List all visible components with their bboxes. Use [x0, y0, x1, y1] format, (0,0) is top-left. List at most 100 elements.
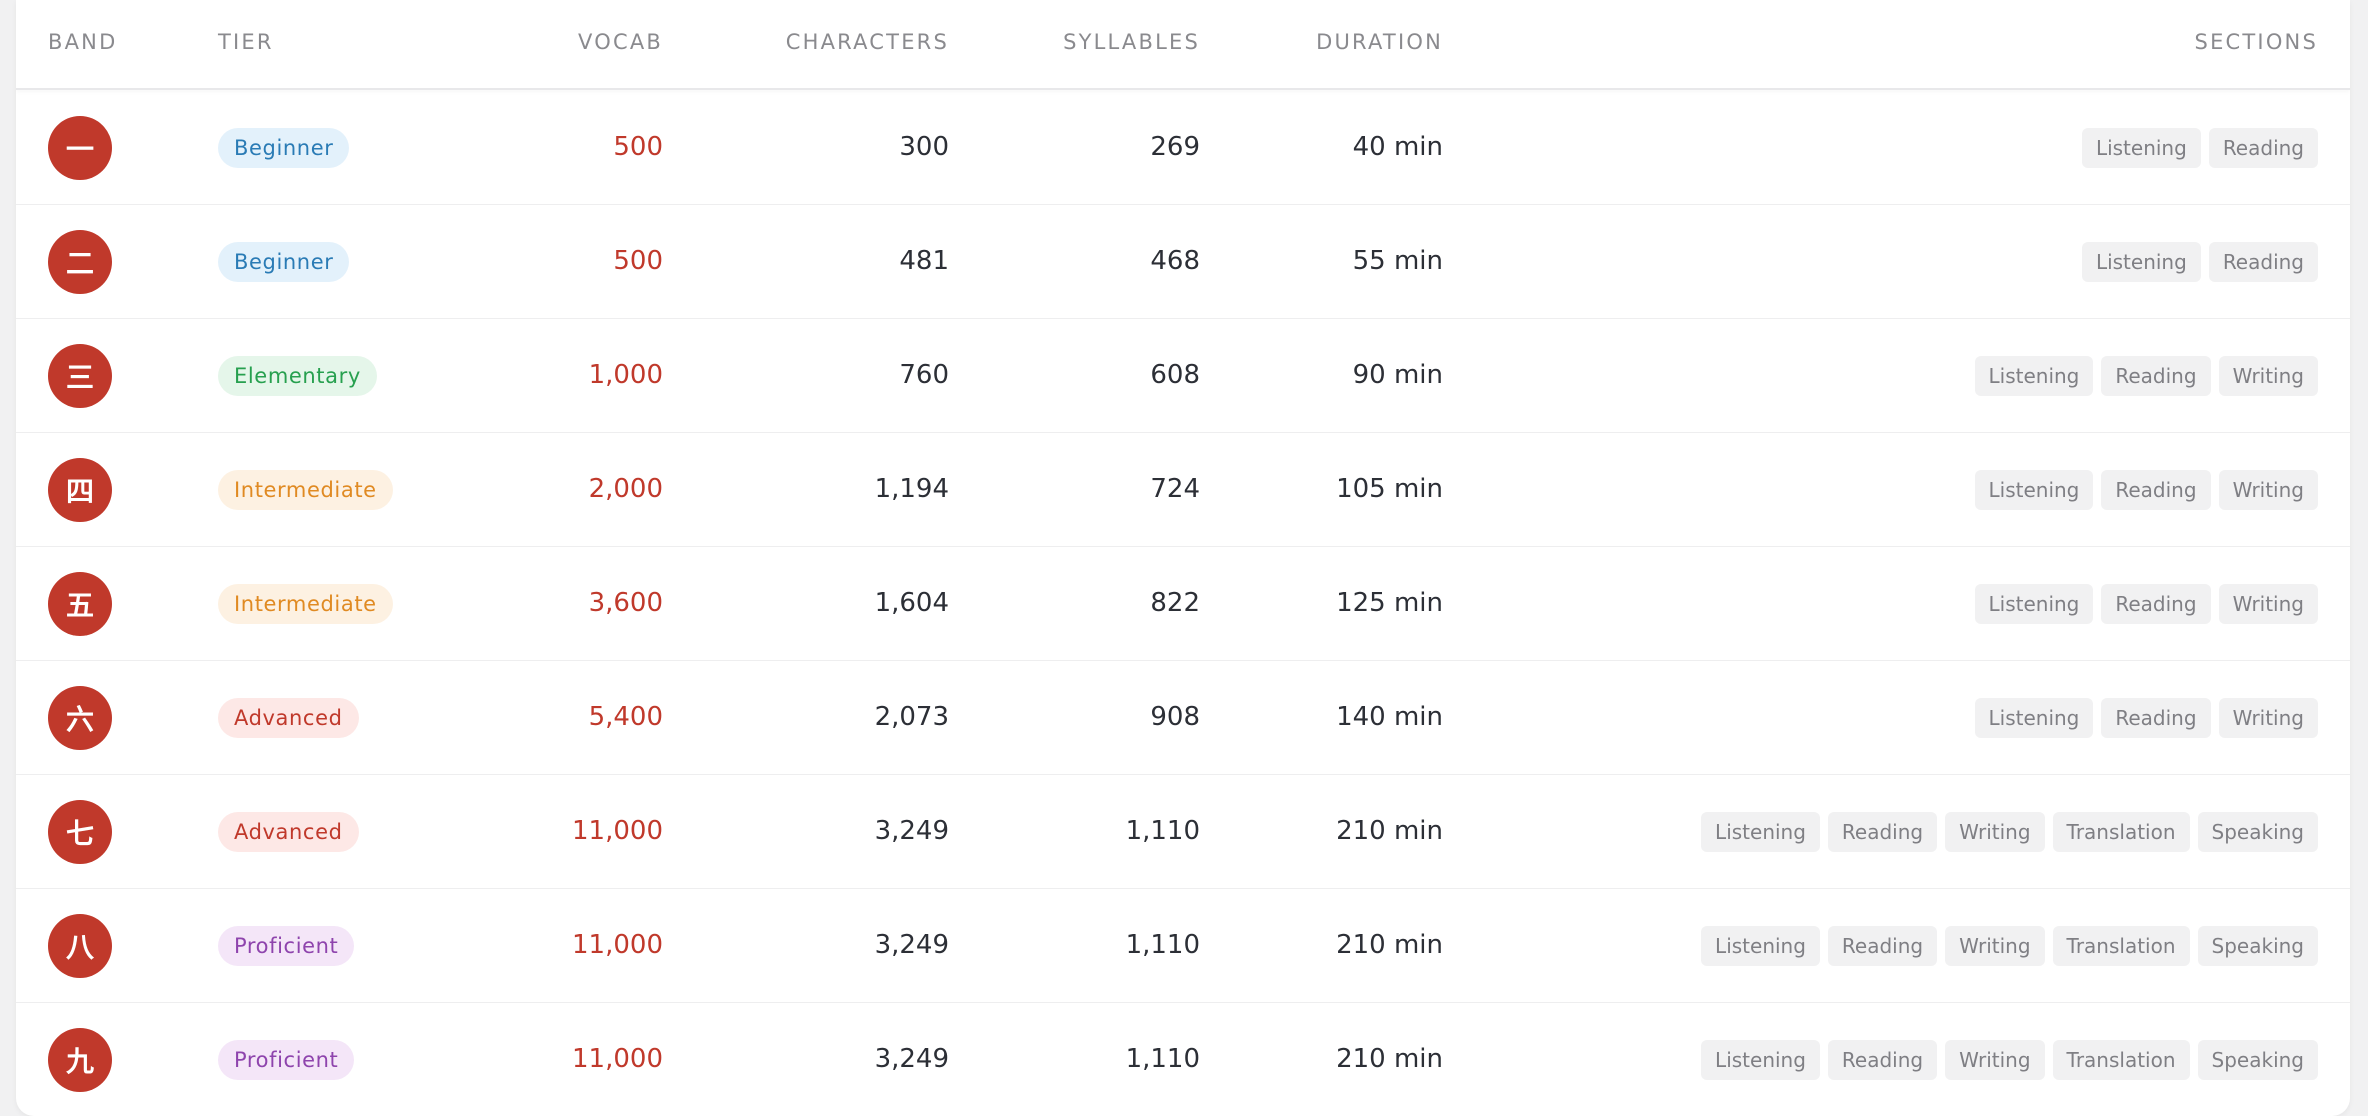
sections-list: Listening Reading Writing Translation Speaki… [1701, 1040, 2318, 1080]
band-badge: 九 [48, 1028, 112, 1092]
tier-badge: Advanced [218, 698, 359, 738]
table-row[interactable]: 六 Advanced 5,400 2,073 908 140 min Listening Re… [16, 660, 2350, 775]
syllables-value: 1,110 [1125, 1044, 1200, 1074]
table-row[interactable]: 二 Beginner 500 481 468 55 min Listening Reading [16, 204, 2350, 319]
duration-value: 140 min [1336, 702, 1443, 732]
characters-value: 481 [899, 246, 949, 276]
col-header-vocab[interactable]: VOCAB [578, 30, 663, 54]
vocab-value: 3,600 [588, 588, 663, 618]
sections-list: Listening Reading Writing [1974, 356, 2318, 396]
band-badge: 三 [48, 344, 112, 408]
characters-value: 3,249 [874, 930, 949, 960]
band-badge: 二 [48, 230, 112, 294]
section-tag: Writing [2218, 356, 2318, 396]
sections-list: Listening Reading Writing Translation Speaki… [1701, 812, 2318, 852]
characters-value: 1,194 [874, 474, 949, 504]
table-row[interactable]: 九 Proficient 11,000 3,249 1,110 210 min Listen… [16, 1002, 2350, 1116]
duration-value: 210 min [1336, 1044, 1443, 1074]
characters-value: 3,249 [874, 816, 949, 846]
duration-value: 210 min [1336, 930, 1443, 960]
syllables-value: 822 [1150, 588, 1200, 618]
tier-badge: Elementary [218, 356, 377, 396]
sections-list: Listening Reading Writing Translation Speaki… [1701, 926, 2318, 966]
band-table: BAND TIER VOCAB CHARACTERS SYLLABLES DUR… [16, 0, 2350, 1116]
characters-value: 300 [899, 132, 949, 162]
vocab-value: 1,000 [588, 360, 663, 390]
section-tag: Translation [2052, 812, 2190, 852]
section-tag: Writing [1945, 812, 2045, 852]
section-tag: Writing [2218, 584, 2318, 624]
band-badge: 七 [48, 800, 112, 864]
col-header-tier[interactable]: TIER [218, 30, 274, 54]
section-tag: Translation [2052, 1040, 2190, 1080]
section-tag: Reading [2101, 356, 2211, 396]
syllables-value: 1,110 [1125, 930, 1200, 960]
vocab-value: 500 [613, 132, 663, 162]
table-row[interactable]: 四 Intermediate 2,000 1,194 724 105 min Listeni… [16, 432, 2350, 547]
col-header-duration[interactable]: DURATION [1316, 30, 1443, 54]
band-badge: 四 [48, 458, 112, 522]
table-row[interactable]: 八 Proficient 11,000 3,249 1,110 210 min Listen… [16, 888, 2350, 1003]
syllables-value: 908 [1150, 702, 1200, 732]
section-tag: Reading [2208, 128, 2318, 168]
band-badge: 一 [48, 116, 112, 180]
band-badge: 八 [48, 914, 112, 978]
section-tag: Reading [2101, 698, 2211, 738]
section-tag: Listening [2081, 242, 2201, 282]
tier-badge: Intermediate [218, 584, 393, 624]
table-row[interactable]: 五 Intermediate 3,600 1,604 822 125 min Listeni… [16, 546, 2350, 661]
section-tag: Listening [1701, 812, 1820, 852]
vocab-value: 11,000 [572, 930, 663, 960]
tier-badge: Beginner [218, 242, 350, 282]
sections-list: Listening Reading Writing [1974, 698, 2318, 738]
table-row[interactable]: 七 Advanced 11,000 3,249 1,110 210 min Listenin… [16, 774, 2350, 889]
section-tag: Translation [2052, 926, 2190, 966]
vocab-value: 11,000 [572, 1044, 663, 1074]
vocab-value: 500 [613, 246, 663, 276]
duration-value: 125 min [1336, 588, 1443, 618]
syllables-value: 269 [1150, 132, 1200, 162]
section-tag: Writing [2218, 698, 2318, 738]
section-tag: Listening [2081, 128, 2201, 168]
section-tag: Reading [1827, 926, 1938, 966]
table-row[interactable]: 一 Beginner 500 300 269 40 min Listening Reading [16, 90, 2350, 205]
section-tag: Reading [2208, 242, 2318, 282]
tier-badge: Proficient [218, 1040, 355, 1080]
section-tag: Listening [1974, 356, 2094, 396]
syllables-value: 468 [1150, 246, 1200, 276]
vocab-value: 2,000 [588, 474, 663, 504]
duration-value: 40 min [1352, 132, 1443, 162]
section-tag: Reading [2101, 470, 2211, 510]
syllables-value: 1,110 [1125, 816, 1200, 846]
characters-value: 760 [899, 360, 949, 390]
tier-badge: Proficient [218, 926, 355, 966]
section-tag: Writing [2218, 470, 2318, 510]
section-tag: Speaking [2197, 926, 2318, 966]
col-header-characters[interactable]: CHARACTERS [786, 30, 949, 54]
sections-list: Listening Reading Writing [1974, 584, 2318, 624]
section-tag: Listening [1974, 584, 2094, 624]
syllables-value: 724 [1150, 474, 1200, 504]
characters-value: 3,249 [874, 1044, 949, 1074]
vocab-value: 11,000 [572, 816, 663, 846]
vocab-value: 5,400 [588, 702, 663, 732]
duration-value: 105 min [1336, 474, 1443, 504]
table-header: BAND TIER VOCAB CHARACTERS SYLLABLES DUR… [16, 0, 2350, 90]
col-header-band[interactable]: BAND [48, 30, 117, 54]
duration-value: 90 min [1352, 360, 1443, 390]
band-badge: 五 [48, 572, 112, 636]
section-tag: Reading [1827, 812, 1938, 852]
col-header-sections[interactable]: SECTIONS [2195, 30, 2318, 54]
section-tag: Speaking [2197, 812, 2318, 852]
table-row[interactable]: 三 Elementary 1,000 760 608 90 min Listening Rea… [16, 318, 2350, 433]
duration-value: 210 min [1336, 816, 1443, 846]
section-tag: Writing [1945, 926, 2045, 966]
duration-value: 55 min [1352, 246, 1443, 276]
section-tag: Speaking [2197, 1040, 2318, 1080]
tier-badge: Advanced [218, 812, 359, 852]
sections-list: Listening Reading [2081, 128, 2318, 168]
section-tag: Listening [1974, 470, 2094, 510]
tier-badge: Intermediate [218, 470, 393, 510]
syllables-value: 608 [1150, 360, 1200, 390]
col-header-syllables[interactable]: SYLLABLES [1063, 30, 1200, 54]
